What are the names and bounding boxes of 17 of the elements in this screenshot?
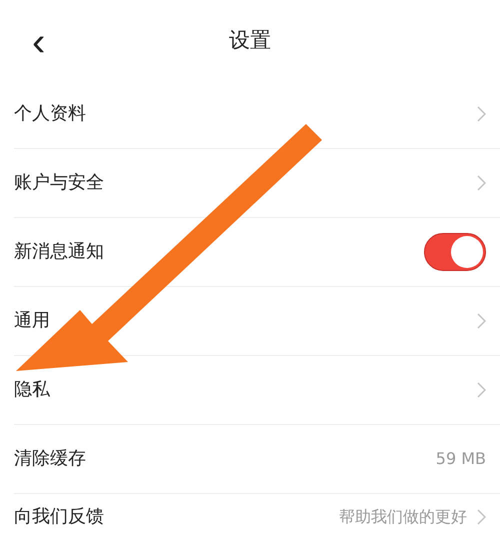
setting-label[interactable]: 新消息通知: [14, 240, 104, 264]
setting-label[interactable]: 向我们反馈: [14, 506, 104, 528]
setting-value: 59 MB: [436, 449, 486, 469]
setting-label[interactable]: 通用: [14, 310, 50, 332]
setting-label[interactable]: 清除缓存: [14, 448, 86, 470]
setting-label[interactable]: 隐私: [14, 378, 50, 402]
chevron-icon[interactable]: [477, 175, 486, 191]
chevron-icon[interactable]: [477, 509, 486, 525]
setting-value: 帮助我们做的更好: [339, 507, 467, 527]
chevron-icon[interactable]: [477, 313, 486, 329]
chevron-icon[interactable]: [477, 106, 486, 122]
page-title: 设置: [229, 27, 271, 54]
setting-label[interactable]: 账户与安全: [14, 172, 104, 194]
setting-label[interactable]: 个人资料: [14, 102, 86, 126]
chevron-icon[interactable]: [477, 382, 486, 398]
toggle-switch[interactable]: [424, 233, 486, 271]
back-button[interactable]: ‹: [26, 22, 52, 62]
